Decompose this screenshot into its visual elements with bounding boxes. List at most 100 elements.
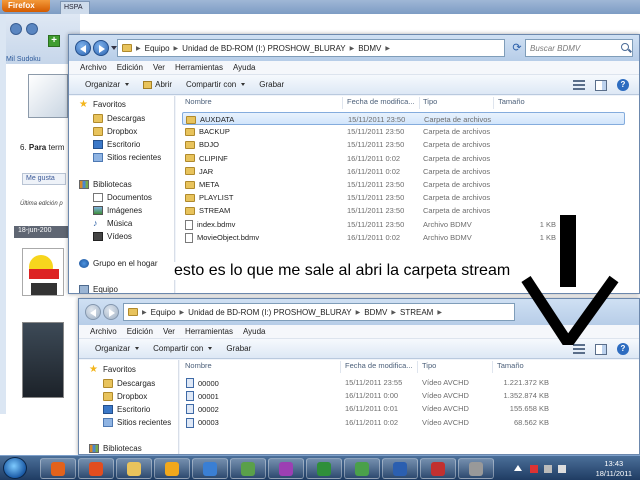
nav-dropbox[interactable]: Dropbox: [103, 392, 147, 401]
column-divider[interactable]: [417, 361, 418, 373]
column-header-type[interactable]: Tipo: [422, 361, 436, 370]
column-divider[interactable]: [419, 97, 420, 109]
file-row[interactable]: 00001 16/11/2011 0:00 Vídeo AVCHD 1.352.874…: [186, 389, 625, 402]
burn-button[interactable]: Grabar: [259, 80, 284, 89]
user-avatar-2[interactable]: [22, 322, 64, 398]
network-status-icon[interactable]: [544, 465, 552, 473]
file-name[interactable]: BACKUP: [185, 127, 230, 136]
taskbar-button[interactable]: [268, 458, 304, 479]
nav-videos[interactable]: Vídeos: [93, 232, 132, 241]
nav-computer[interactable]: Equipo: [79, 285, 118, 293]
back-arrow-icon[interactable]: [75, 40, 91, 56]
file-row[interactable]: BACKUP 15/11/2011 23:50 Carpeta de archivo…: [182, 125, 625, 138]
taskbar-button[interactable]: [78, 458, 114, 479]
file-name[interactable]: MovieObject.bdmv: [185, 232, 259, 243]
breadcrumb-bdmv[interactable]: BDMV: [364, 308, 387, 317]
preview-pane-icon[interactable]: [595, 79, 607, 91]
organize-button[interactable]: Organizar: [95, 344, 140, 353]
back-arrow-icon[interactable]: [85, 304, 101, 320]
firefox-forward-icon[interactable]: [26, 23, 38, 35]
breadcrumb-separator-icon[interactable]: ▶: [174, 45, 179, 52]
taskbar-button[interactable]: [154, 458, 190, 479]
help-icon[interactable]: ?: [617, 79, 629, 91]
breadcrumb-separator-icon[interactable]: ▶: [356, 309, 361, 316]
breadcrumb-separator-icon[interactable]: ▶: [391, 309, 396, 316]
taskbar-button[interactable]: [40, 458, 76, 479]
taskbar-button[interactable]: [382, 458, 418, 479]
nav-desktop[interactable]: Escritorio: [103, 405, 150, 414]
menu-edicion[interactable]: Edición: [117, 63, 143, 72]
new-tab-plus-icon[interactable]: +: [48, 35, 60, 47]
menu-archivo[interactable]: Archivo: [80, 63, 107, 72]
nav-recent[interactable]: Sitios recientes: [103, 418, 171, 427]
column-header-size[interactable]: Tamaño: [498, 97, 525, 106]
column-header-type[interactable]: Tipo: [423, 97, 437, 106]
breadcrumb-bd-rom[interactable]: Unidad de BD-ROM (I:) PROSHOW_BLURAY: [188, 308, 351, 317]
tray-app-icon[interactable]: [530, 465, 538, 473]
file-row[interactable]: AUXDATA 15/11/2011 23:50 Carpeta de archiv…: [182, 112, 625, 125]
file-row[interactable]: JAR 16/11/2011 0:02 Carpeta de archivos: [182, 165, 625, 178]
share-button[interactable]: Compartir con: [186, 80, 246, 89]
file-row[interactable]: BDJO 15/11/2011 23:50 Carpeta de archivos: [182, 138, 625, 151]
show-hidden-icons-icon[interactable]: [514, 465, 522, 471]
search-input[interactable]: Buscar BDMV: [525, 39, 633, 57]
menu-ver[interactable]: Ver: [163, 327, 175, 336]
taskbar-button[interactable]: [116, 458, 152, 479]
nav-documents[interactable]: Documentos: [93, 193, 152, 202]
site-logo[interactable]: Mil Sudoku: [6, 56, 41, 63]
search-icon[interactable]: [621, 43, 629, 51]
nav-favorites[interactable]: ★ Favoritos: [89, 365, 136, 375]
column-divider[interactable]: [342, 97, 343, 109]
breadcrumb-bdmv[interactable]: BDMV: [358, 44, 381, 53]
menu-archivo[interactable]: Archivo: [90, 327, 117, 336]
breadcrumb-separator-icon[interactable]: ▶: [180, 309, 185, 316]
change-view-icon[interactable]: [573, 80, 585, 90]
breadcrumb-separator-icon[interactable]: ▶: [136, 45, 141, 52]
file-name[interactable]: STREAM: [185, 206, 230, 215]
nav-music[interactable]: ♪ Música: [93, 219, 132, 229]
file-name[interactable]: AUXDATA: [186, 115, 234, 124]
breadcrumb-equipo[interactable]: Equipo: [151, 308, 176, 317]
menu-herramientas[interactable]: Herramientas: [185, 327, 233, 336]
taskbar-button[interactable]: [306, 458, 342, 479]
nav-dropbox[interactable]: Dropbox: [93, 127, 137, 136]
column-divider[interactable]: [492, 361, 493, 373]
column-header-size[interactable]: Tamaño: [497, 361, 524, 370]
column-header-date[interactable]: Fecha de modifica...: [345, 361, 413, 370]
file-name[interactable]: BDJO: [185, 140, 219, 149]
organize-button[interactable]: Organizar: [85, 80, 130, 89]
taskbar-button[interactable]: [458, 458, 494, 479]
nav-downloads[interactable]: Descargas: [103, 379, 155, 388]
file-row[interactable]: 00003 16/11/2011 0:02 Vídeo AVCHD 68.562 KB: [186, 416, 625, 429]
menu-ayuda[interactable]: Ayuda: [233, 63, 256, 72]
file-name[interactable]: CLIPINF: [185, 154, 228, 163]
address-bar[interactable]: ▶ Equipo ▶ Unidad de BD-ROM (I:) PROSHOW…: [123, 303, 515, 321]
breadcrumb-separator-icon[interactable]: ▶: [350, 45, 355, 52]
breadcrumb-separator-icon[interactable]: ▶: [142, 309, 147, 316]
file-row[interactable]: 00002 16/11/2011 0:01 Vídeo AVCHD 155.658 K…: [186, 402, 625, 415]
file-row[interactable]: PLAYLIST 15/11/2011 23:50 Carpeta de archi…: [182, 191, 625, 204]
menu-ver[interactable]: Ver: [153, 63, 165, 72]
column-divider[interactable]: [493, 97, 494, 109]
like-button[interactable]: Me gusta: [22, 173, 66, 185]
column-header-date[interactable]: Fecha de modifica...: [347, 97, 415, 106]
preview-pane-icon[interactable]: [595, 343, 607, 355]
file-name[interactable]: 00001: [186, 391, 219, 402]
address-bar[interactable]: ▶ Equipo ▶ Unidad de BD-ROM (I:) PROSHOW…: [117, 39, 505, 57]
menu-ayuda[interactable]: Ayuda: [243, 327, 266, 336]
firefox-tab[interactable]: HSPA: [60, 1, 90, 14]
taskbar-button[interactable]: [344, 458, 380, 479]
file-name[interactable]: JAR: [185, 167, 213, 176]
nav-downloads[interactable]: Descargas: [93, 114, 145, 123]
breadcrumb-separator-icon[interactable]: ▶: [437, 309, 442, 316]
volume-icon[interactable]: [558, 465, 566, 473]
nav-libraries[interactable]: Bibliotecas: [89, 444, 142, 453]
breadcrumb-stream[interactable]: STREAM: [400, 308, 433, 317]
file-name[interactable]: 00002: [186, 404, 219, 415]
nav-recent[interactable]: Sitios recientes: [93, 153, 161, 162]
file-name[interactable]: index.bdmv: [185, 219, 235, 230]
file-row[interactable]: 00000 15/11/2011 23:55 Vídeo AVCHD 1.221.37…: [186, 376, 625, 389]
change-view-icon[interactable]: [573, 344, 585, 354]
file-name[interactable]: 00000: [186, 378, 219, 388]
file-row[interactable]: CLIPINF 16/11/2011 0:02 Carpeta de archivo…: [182, 152, 625, 165]
